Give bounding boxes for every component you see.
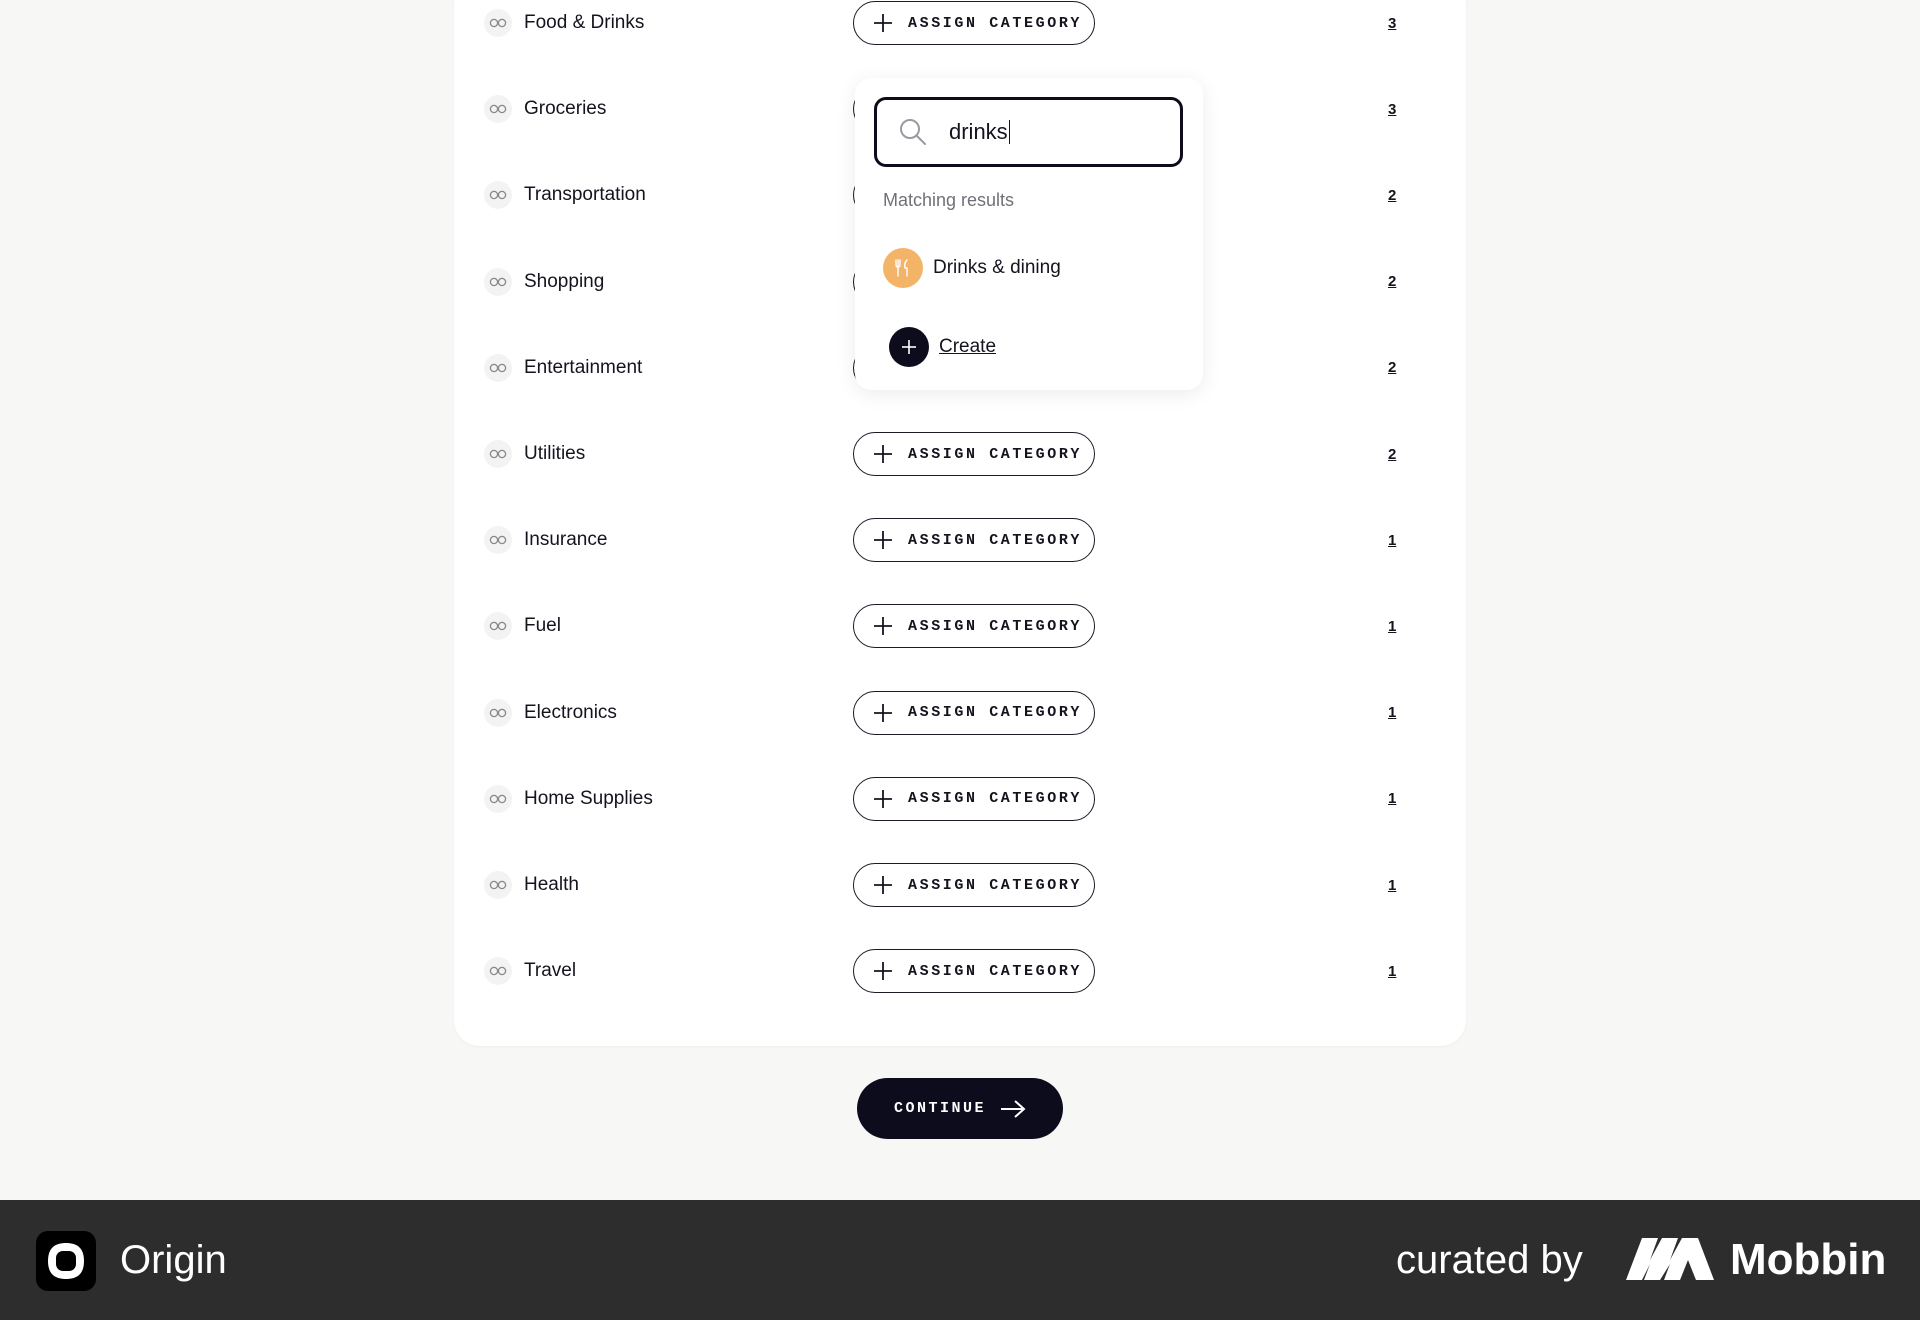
curated-by-label: curated by [1396, 1237, 1583, 1282]
plus-icon [874, 962, 892, 981]
app-name: Origin [120, 1237, 227, 1282]
continue-label: CONTINUE [893, 1100, 986, 1117]
category-row: Fuel ASSIGN CATEGORY 1 [454, 583, 1466, 669]
link-icon [484, 871, 512, 899]
link-icon [484, 267, 512, 296]
transaction-count-link[interactable]: 1 [1388, 756, 1396, 842]
category-row: Health ASSIGN CATEGORY 1 [454, 842, 1466, 928]
plus-icon [874, 445, 892, 463]
transaction-count-link[interactable]: 2 [1388, 325, 1396, 411]
transaction-count-link[interactable]: 3 [1388, 66, 1396, 152]
category-name: Groceries [524, 98, 607, 120]
category-name: Shopping [524, 270, 605, 292]
search-icon [900, 119, 926, 145]
assign-category-button[interactable]: ASSIGN CATEGORY [853, 776, 1095, 821]
transaction-count-link[interactable]: 1 [1388, 842, 1396, 928]
plus-icon [874, 14, 892, 32]
create-label: Create [939, 336, 997, 357]
transaction-count-link[interactable]: 3 [1388, 0, 1396, 66]
category-name: Fuel [524, 615, 561, 637]
link-icon [484, 526, 512, 555]
link-icon [484, 9, 512, 37]
link-icon [484, 612, 512, 641]
plus-icon [874, 703, 892, 722]
category-name: Home Supplies [524, 787, 653, 809]
assign-category-label: ASSIGN CATEGORY [908, 445, 1083, 463]
assign-category-label: ASSIGN CATEGORY [908, 617, 1083, 635]
category-row: Travel ASSIGN CATEGORY 1 [454, 928, 1466, 1014]
link-icon [484, 440, 512, 468]
category-name: Utilities [524, 443, 586, 464]
matching-results-label: Matching results [883, 190, 1015, 210]
category-name: Insurance [524, 529, 608, 551]
transaction-count-link[interactable]: 1 [1388, 928, 1396, 1014]
search-value-wrap: drinks [949, 100, 1011, 164]
category-name: Travel [524, 960, 577, 982]
link-icon [484, 698, 512, 727]
mobbin-brand: Mobbin [1730, 1235, 1887, 1284]
assign-category-button[interactable]: ASSIGN CATEGORY [853, 949, 1095, 994]
plus-icon [874, 789, 892, 808]
result-label: Drinks & dining [933, 257, 1061, 278]
assign-category-label: ASSIGN CATEGORY [908, 962, 1083, 980]
transaction-count-link[interactable]: 2 [1388, 152, 1396, 238]
assign-category-button[interactable]: ASSIGN CATEGORY [853, 604, 1095, 649]
assign-category-button[interactable]: ASSIGN CATEGORY [853, 690, 1095, 735]
link-icon [484, 784, 512, 813]
mobbin-logo-icon [1626, 1238, 1714, 1280]
category-row: Home Supplies ASSIGN CATEGORY 1 [454, 756, 1466, 842]
category-row: Electronics ASSIGN CATEGORY 1 [454, 670, 1466, 756]
category-name: Health [524, 874, 579, 895]
transaction-count-link[interactable]: 1 [1388, 497, 1396, 583]
assign-category-button[interactable]: ASSIGN CATEGORY [853, 1, 1095, 45]
transaction-count-link[interactable]: 1 [1388, 583, 1396, 669]
continue-button[interactable]: CONTINUE [857, 1078, 1063, 1139]
search-value: drinks [949, 119, 1008, 144]
category-row: Food & Drinks ASSIGN CATEGORY 3 [454, 0, 1466, 66]
assign-category-button[interactable]: ASSIGN CATEGORY [853, 518, 1095, 563]
assign-category-button[interactable]: ASSIGN CATEGORY [853, 863, 1095, 907]
assign-category-label: ASSIGN CATEGORY [908, 790, 1083, 808]
category-name: Food & Drinks [524, 12, 645, 33]
plus-icon [889, 327, 929, 367]
result-drinks-dining[interactable]: Drinks & dining [883, 248, 1061, 288]
plus-icon [874, 617, 892, 636]
plus-icon [874, 531, 892, 550]
category-name: Transportation [524, 184, 646, 206]
transaction-count-link[interactable]: 2 [1388, 239, 1396, 325]
category-row: Insurance ASSIGN CATEGORY 1 [454, 497, 1466, 583]
create-category-button[interactable]: Create [889, 327, 996, 367]
assign-category-label: ASSIGN CATEGORY [908, 876, 1083, 894]
origin-logo-icon [36, 1231, 96, 1291]
assign-category-button[interactable]: ASSIGN CATEGORY [853, 432, 1095, 476]
category-search-input[interactable]: drinks [874, 97, 1183, 167]
transaction-count-link[interactable]: 2 [1388, 411, 1396, 497]
assign-category-label: ASSIGN CATEGORY [908, 704, 1083, 722]
text-caret [1008, 120, 1011, 144]
arrow-right-icon [1001, 1099, 1026, 1118]
category-name: Entertainment [524, 356, 643, 378]
category-row: Utilities ASSIGN CATEGORY 2 [454, 411, 1466, 497]
category-name: Electronics [524, 701, 617, 723]
plus-icon [874, 876, 892, 894]
assign-category-label: ASSIGN CATEGORY [908, 14, 1083, 32]
link-icon [484, 181, 512, 210]
link-icon [484, 95, 512, 124]
transaction-count-link[interactable]: 1 [1388, 670, 1396, 756]
link-icon [484, 353, 512, 382]
assign-category-label: ASSIGN CATEGORY [908, 531, 1083, 549]
link-icon [484, 957, 512, 986]
fork-knife-icon [883, 248, 923, 288]
footer-bar: Origin curated by Mobbin [0, 1200, 1920, 1320]
category-search-dropdown: drinks Matching results Drinks & dining … [855, 78, 1203, 390]
